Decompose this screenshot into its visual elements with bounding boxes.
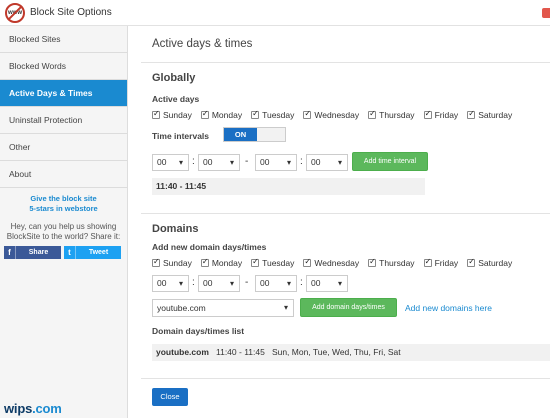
checkbox-checked[interactable] xyxy=(251,257,260,267)
globally-heading: Globally xyxy=(152,72,196,84)
domain-to-hour-select[interactable]: 00 xyxy=(255,275,297,292)
domain-day-friday[interactable]: Friday xyxy=(423,257,458,268)
range-separator: - xyxy=(245,277,249,288)
title-bar: www Block Site Options xyxy=(0,0,550,26)
twitter-tweet-label: Tweet xyxy=(88,249,109,256)
divider xyxy=(141,378,550,379)
domain-days-checkboxes: Sunday Monday Tuesday Wednesday Thursday… xyxy=(152,257,521,268)
time-interval-entry: 11:40 - 11:45 xyxy=(152,178,425,195)
time-separator: : xyxy=(300,277,303,288)
domain-day-sunday[interactable]: Sunday xyxy=(152,257,192,268)
range-separator: - xyxy=(245,156,249,167)
domain-list-entry: youtube.com 11:40 - 11:45 Sun, Mon, Tue,… xyxy=(152,344,550,361)
global-day-wednesday[interactable]: Wednesday xyxy=(303,109,359,120)
page-title: Active days & times xyxy=(152,38,253,50)
sidebar-item-other[interactable]: Other xyxy=(0,134,127,161)
main-panel: Active days & times Globally Active days… xyxy=(129,26,550,418)
wips-watermark: wips.com xyxy=(4,401,62,416)
domain-day-thursday[interactable]: Thursday xyxy=(368,257,415,268)
checkbox-checked[interactable] xyxy=(303,257,312,267)
global-day-thursday[interactable]: Thursday xyxy=(368,109,415,120)
wips-brand: wips xyxy=(4,401,33,416)
global-to-hour-select[interactable]: 00 xyxy=(255,154,297,171)
global-day-sunday[interactable]: Sunday xyxy=(152,109,192,120)
global-day-monday[interactable]: Monday xyxy=(200,109,242,120)
facebook-share-button[interactable]: f Share xyxy=(4,246,61,259)
divider xyxy=(141,62,550,63)
checkbox-checked[interactable] xyxy=(303,109,312,119)
facebook-icon: f xyxy=(4,246,16,259)
checkbox-checked[interactable] xyxy=(251,109,260,119)
close-button[interactable]: Close xyxy=(152,388,188,406)
domains-heading: Domains xyxy=(152,223,199,235)
twitter-icon: t xyxy=(64,246,76,259)
domain-entry-days: Sun, Mon, Tue, Wed, Thu, Fri, Sat xyxy=(271,347,401,357)
checkbox-checked[interactable] xyxy=(152,257,160,267)
sidebar-item-blocked-sites[interactable]: Blocked Sites xyxy=(0,26,127,53)
global-day-tuesday[interactable]: Tuesday xyxy=(251,109,294,120)
active-days-label: Active days xyxy=(152,94,200,104)
add-new-domains-link[interactable]: Add new domains here xyxy=(405,303,492,313)
time-separator: : xyxy=(192,277,195,288)
toggle-on-label: ON xyxy=(224,128,257,141)
checkbox-checked[interactable] xyxy=(467,109,476,119)
blocksite-logo-icon: www xyxy=(5,3,25,23)
checkbox-checked[interactable] xyxy=(423,109,432,119)
time-intervals-toggle[interactable]: ON xyxy=(223,127,286,142)
checkbox-checked[interactable] xyxy=(423,257,432,267)
global-from-minute-select[interactable]: 00 xyxy=(198,154,240,171)
add-time-interval-button[interactable]: Add time interval xyxy=(352,152,428,171)
sidebar: Blocked Sites Blocked Words Active Days … xyxy=(0,26,128,418)
domain-select[interactable]: youtube.com xyxy=(152,299,294,317)
checkbox-checked[interactable] xyxy=(200,109,209,119)
facebook-share-label: Share xyxy=(28,249,49,256)
domain-from-minute-select[interactable]: 00 xyxy=(198,275,240,292)
divider xyxy=(141,213,550,214)
global-day-friday[interactable]: Friday xyxy=(423,109,458,120)
share-text: Hey, can you help us showing BlockSite t… xyxy=(6,222,121,241)
global-to-minute-select[interactable]: 00 xyxy=(306,154,348,171)
global-from-hour-select[interactable]: 00 xyxy=(152,154,189,171)
domain-entry-name: youtube.com xyxy=(156,347,209,357)
checkbox-checked[interactable] xyxy=(368,257,377,267)
add-domain-label: Add new domain days/times xyxy=(152,242,267,252)
domain-entry-time: 11:40 - 11:45 xyxy=(216,347,265,357)
checkbox-checked[interactable] xyxy=(152,109,160,119)
app-title: Block Site Options xyxy=(30,7,112,18)
checkbox-checked[interactable] xyxy=(200,257,209,267)
add-domain-days-times-button[interactable]: Add domain days/times xyxy=(300,298,397,317)
sidebar-item-blocked-words[interactable]: Blocked Words xyxy=(0,53,127,80)
time-intervals-label: Time intervals xyxy=(152,131,210,141)
sidebar-item-active-days-times[interactable]: Active Days & Times xyxy=(0,80,127,107)
domain-day-saturday[interactable]: Saturday xyxy=(467,257,512,268)
share-buttons: f Share t Tweet xyxy=(0,246,127,259)
window-control-button[interactable] xyxy=(542,8,550,18)
global-day-saturday[interactable]: Saturday xyxy=(467,109,512,120)
time-separator: : xyxy=(300,156,303,167)
domain-day-wednesday[interactable]: Wednesday xyxy=(303,257,359,268)
global-days-checkboxes: Sunday Monday Tuesday Wednesday Thursday… xyxy=(152,109,521,120)
domain-from-hour-select[interactable]: 00 xyxy=(152,275,189,292)
rate-promo[interactable]: Give the block site 5-stars in webstore xyxy=(0,194,127,214)
time-separator: : xyxy=(192,156,195,167)
checkbox-checked[interactable] xyxy=(467,257,476,267)
domain-list-label: Domain days/times list xyxy=(152,326,245,336)
domain-to-minute-select[interactable]: 00 xyxy=(306,275,348,292)
twitter-tweet-button[interactable]: t Tweet xyxy=(64,246,121,259)
checkbox-checked[interactable] xyxy=(368,109,377,119)
rate-promo-line2[interactable]: 5-stars in webstore xyxy=(0,204,127,214)
wips-suffix: .com xyxy=(32,401,62,416)
sidebar-item-uninstall-protection[interactable]: Uninstall Protection xyxy=(0,107,127,134)
domain-day-tuesday[interactable]: Tuesday xyxy=(251,257,294,268)
domain-day-monday[interactable]: Monday xyxy=(200,257,242,268)
sidebar-item-about[interactable]: About xyxy=(0,161,127,188)
rate-promo-line1[interactable]: Give the block site xyxy=(0,194,127,204)
